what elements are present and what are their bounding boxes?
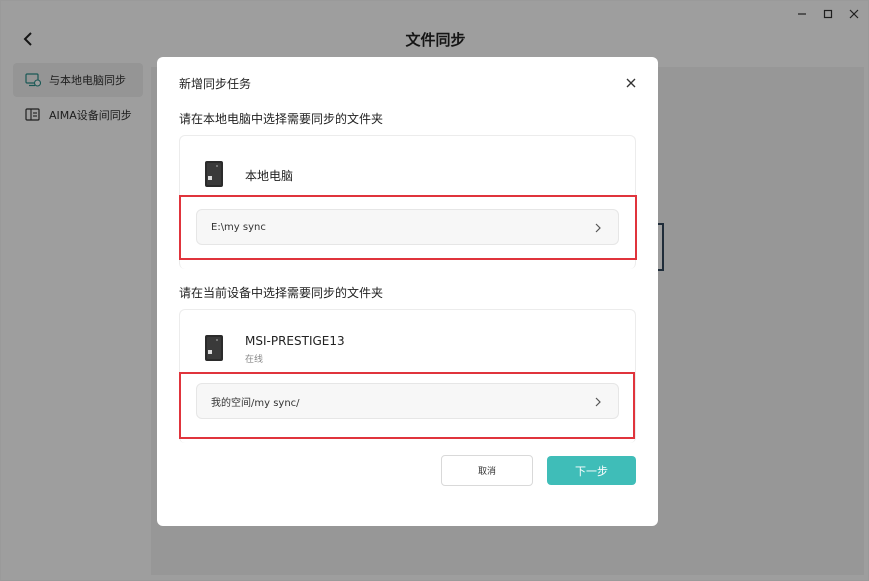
computer-tower-icon [203, 160, 225, 188]
device-name: MSI-PRESTIGE13 [245, 334, 345, 348]
device-status: 在线 [245, 355, 264, 365]
dialog-title: 新增同步任务 [179, 77, 252, 91]
highlight-box-local [179, 195, 637, 260]
cancel-button[interactable]: 取消 [441, 455, 533, 486]
highlight-box-device [179, 372, 635, 439]
device-tower-icon [203, 334, 225, 362]
local-section-label: 请在本地电脑中选择需要同步的文件夹 [179, 112, 384, 126]
device-section-label: 请在当前设备中选择需要同步的文件夹 [179, 286, 384, 300]
app-window: 文件同步 与本地电脑同步 AIMA设备间同步 新增同步任务 请在本地电脑中选择需… [0, 0, 869, 581]
close-icon[interactable] [624, 75, 638, 89]
new-sync-task-dialog: 新增同步任务 请在本地电脑中选择需要同步的文件夹 本地电脑 E:\my sync… [157, 57, 658, 526]
next-step-button[interactable]: 下一步 [547, 456, 636, 485]
device-name: 本地电脑 [245, 169, 294, 183]
